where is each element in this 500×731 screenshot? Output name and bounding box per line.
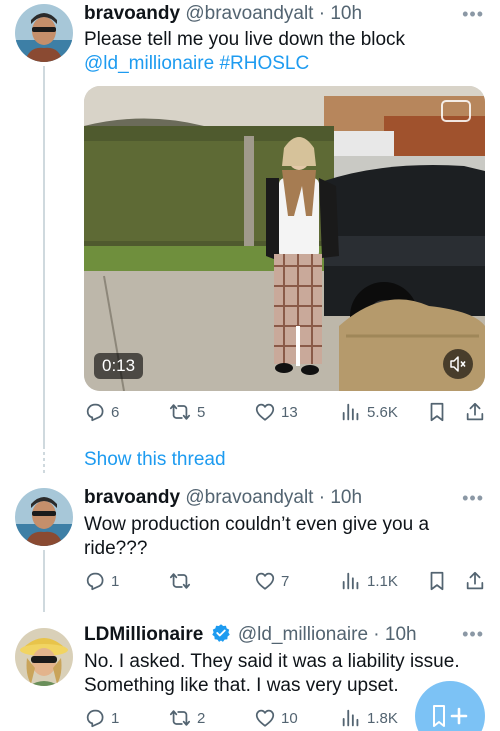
views-icon [342,403,359,421]
hashtag-link[interactable]: #RHOSLC [219,53,309,74]
bookmark-icon[interactable] [427,570,447,592]
views-count: 1.1K [367,572,398,590]
bookmark-icon[interactable] [427,401,447,423]
thread-line [43,66,45,446]
more-icon[interactable]: ••• [462,624,484,645]
thread-connector [43,446,45,476]
retweet-icon [169,573,191,589]
tweet[interactable]: bravoandy @bravoandyalt · 10h ••• Please… [0,0,500,470]
handle-time[interactable]: @bravoandyalt · 10h [185,3,362,24]
views-button[interactable]: 1.1K [340,570,398,592]
tweet-header: bravoandy @bravoandyalt · 10h [84,487,362,509]
handle-time[interactable]: @bravoandyalt · 10h [185,487,362,508]
thread-line [43,550,45,612]
views-button[interactable]: 5.6K [340,401,398,423]
share-icon[interactable] [464,570,486,592]
handle-time[interactable]: @ld_millionaire · 10h [238,624,417,645]
reply-icon [86,403,104,422]
like-icon [255,572,275,590]
tweet-text: Wow production couldn’t even give you a … [84,514,430,559]
reply-count: 6 [111,403,120,421]
reply-icon [86,709,104,728]
retweet-count: 2 [197,709,206,727]
reply-button[interactable]: 6 [84,401,119,423]
retweet-button[interactable]: 5 [168,401,205,423]
views-icon [342,572,359,590]
retweet-icon [169,710,191,726]
display-name[interactable]: bravoandy [84,3,180,24]
more-icon[interactable]: ••• [462,488,484,509]
video-player[interactable]: 0:13 [84,86,485,391]
like-icon [255,709,275,727]
share-icon[interactable] [464,401,486,423]
tweet[interactable]: bravoandy @bravoandyalt · 10h ••• Wow pr… [0,484,500,612]
tweet-actions: 6 5 13 5.6K [84,401,489,425]
mention-link[interactable]: @ld_millionaire [84,53,214,74]
like-button[interactable]: 7 [254,570,289,592]
video-frame [84,86,485,391]
captions-icon[interactable] [441,100,471,122]
retweet-icon [169,404,191,420]
reply-button[interactable]: 1 [84,570,119,592]
compose-icon [433,705,468,727]
avatar[interactable] [15,488,73,546]
more-icon[interactable]: ••• [462,4,484,25]
tweet-header: LDMillionaire @ld_millionaire · 10h [84,623,417,646]
avatar[interactable] [15,628,73,686]
avatar[interactable] [15,4,73,62]
views-count: 5.6K [367,403,398,421]
retweet-count: 5 [197,403,206,421]
views-count: 1.8K [367,709,398,727]
like-button[interactable]: 10 [254,707,298,729]
mute-icon[interactable] [443,349,473,379]
tweet-header: bravoandy @bravoandyalt · 10h [84,3,362,25]
tweet-text: Please tell me you live down the block @… [84,28,484,76]
display-name[interactable]: bravoandy [84,487,180,508]
video-timestamp: 0:13 [94,353,144,379]
views-icon [342,709,359,727]
reply-count: 1 [111,709,120,727]
like-icon [255,403,275,421]
show-thread-link[interactable]: Show this thread [84,449,226,471]
display-name[interactable]: LDMillionaire [84,624,203,645]
verified-badge-icon [211,624,230,642]
views-button[interactable]: 1.8K [340,707,398,729]
retweet-button[interactable] [168,570,197,592]
like-count: 7 [281,572,290,590]
tweet-text-line: Please tell me you live down the block [84,29,406,50]
like-count: 10 [281,709,298,727]
like-button[interactable]: 13 [254,401,298,423]
retweet-button[interactable]: 2 [168,707,205,729]
reply-count: 1 [111,572,120,590]
reply-icon [86,572,104,591]
reply-button[interactable]: 1 [84,707,119,729]
tweet-text: No. I asked. They said it was a liabilit… [84,651,460,696]
tweet-actions: 1 7 1.1K [84,570,489,594]
like-count: 13 [281,403,298,421]
